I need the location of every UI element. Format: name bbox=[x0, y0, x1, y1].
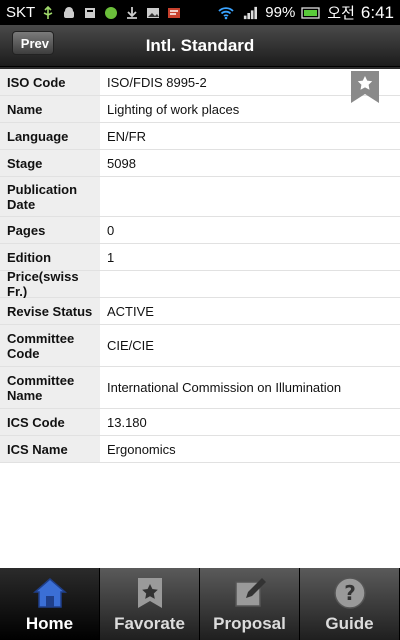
storage-icon bbox=[85, 7, 96, 18]
detail-label: ICS Name bbox=[0, 436, 100, 462]
detail-label: Publication Date bbox=[0, 177, 100, 216]
title-bar: Intl. Standard Prev bbox=[0, 25, 400, 67]
help-icon: ? bbox=[333, 577, 366, 609]
wifi-icon bbox=[218, 6, 234, 19]
signal-icon bbox=[244, 6, 258, 19]
carrier-label: SKT bbox=[6, 4, 36, 21]
tab-guide-label: Guide bbox=[325, 614, 374, 633]
tab-favorate-label: Favorate bbox=[114, 614, 185, 633]
status-bar: SKT 99% 오전 6:41 bbox=[0, 0, 400, 25]
detail-label: ISO Code bbox=[0, 69, 100, 95]
notification-icons bbox=[41, 5, 181, 20]
tab-home-label: Home bbox=[25, 614, 74, 633]
detail-label: Stage bbox=[0, 150, 100, 176]
detail-value: CIE/CIE bbox=[107, 338, 154, 353]
detail-label: Edition bbox=[0, 244, 100, 270]
usb-icon bbox=[43, 5, 53, 19]
detail-row: Revise Status ACTIVE bbox=[0, 298, 400, 325]
prev-button[interactable]: Prev bbox=[12, 31, 54, 55]
detail-value: 13.180 bbox=[107, 414, 147, 430]
battery-icon bbox=[301, 6, 320, 19]
star-icon bbox=[137, 578, 162, 608]
detail-value: International Commission on Illumination bbox=[107, 380, 342, 395]
bookmark-icon[interactable] bbox=[351, 71, 379, 103]
detail-value: Ergonomics bbox=[107, 441, 176, 457]
detail-value: EN/FR bbox=[107, 128, 146, 144]
detail-row: Committee Code CIE/CIE bbox=[0, 325, 400, 367]
svg-text:?: ? bbox=[344, 581, 356, 605]
detail-row: Committee Name International Commission o… bbox=[0, 367, 400, 409]
page-title: Intl. Standard bbox=[145, 36, 255, 55]
detail-row: Name Lighting of work places bbox=[0, 96, 400, 123]
bottom-tab-bar: Home Favorate Proposal ? Guide bbox=[0, 568, 400, 640]
detail-label: ICS Code bbox=[0, 409, 100, 435]
standard-details: ISO Code ISO/FDIS 8995-2 Name Lighting of w… bbox=[0, 67, 400, 463]
detail-label: Revise Status bbox=[0, 298, 100, 324]
tab-favorate[interactable]: Favorate bbox=[100, 568, 200, 640]
detail-label: Pages bbox=[0, 217, 100, 243]
detail-row: Language EN/FR bbox=[0, 123, 400, 150]
detail-label: Language bbox=[0, 123, 100, 149]
clock: 6:41 bbox=[360, 2, 394, 22]
detail-row: Publication Date bbox=[0, 177, 400, 217]
app-icon bbox=[105, 6, 118, 19]
detail-row: Pages 0 bbox=[0, 217, 400, 244]
download-icon bbox=[127, 6, 138, 19]
detail-label: Committee Name bbox=[0, 367, 100, 408]
detail-label: Price(swiss Fr.) bbox=[0, 269, 100, 299]
detail-value bbox=[100, 177, 400, 216]
detail-row: Stage 5098 bbox=[0, 150, 400, 177]
edit-icon bbox=[234, 578, 266, 607]
detail-value: 0 bbox=[107, 222, 115, 238]
tab-proposal[interactable]: Proposal bbox=[200, 568, 300, 640]
tab-proposal-label: Proposal bbox=[213, 614, 286, 633]
android-icon bbox=[64, 6, 75, 18]
ime-label: 오전 bbox=[327, 5, 355, 22]
mail-icon bbox=[168, 7, 181, 18]
system-tray: 99% 오전 6:41 bbox=[217, 2, 394, 23]
detail-value bbox=[100, 271, 400, 297]
detail-value: 5098 bbox=[107, 155, 136, 171]
image-icon bbox=[147, 7, 160, 18]
detail-row: Edition 1 bbox=[0, 244, 400, 271]
detail-row: Price(swiss Fr.) bbox=[0, 269, 400, 299]
detail-value: 1 bbox=[107, 249, 115, 265]
detail-row: ICS Name Ergonomics bbox=[0, 436, 400, 463]
home-icon bbox=[32, 578, 67, 608]
battery-percent: 99% bbox=[265, 4, 296, 21]
detail-row: ICS Code 13.180 bbox=[0, 409, 400, 436]
tab-guide[interactable]: ? Guide bbox=[300, 568, 400, 640]
detail-label: Committee Code bbox=[0, 325, 100, 366]
detail-label: Name bbox=[0, 96, 100, 122]
detail-row: ISO Code ISO/FDIS 8995-2 bbox=[0, 69, 400, 96]
tab-home[interactable]: Home bbox=[0, 568, 100, 640]
detail-value: ACTIVE bbox=[107, 303, 154, 319]
